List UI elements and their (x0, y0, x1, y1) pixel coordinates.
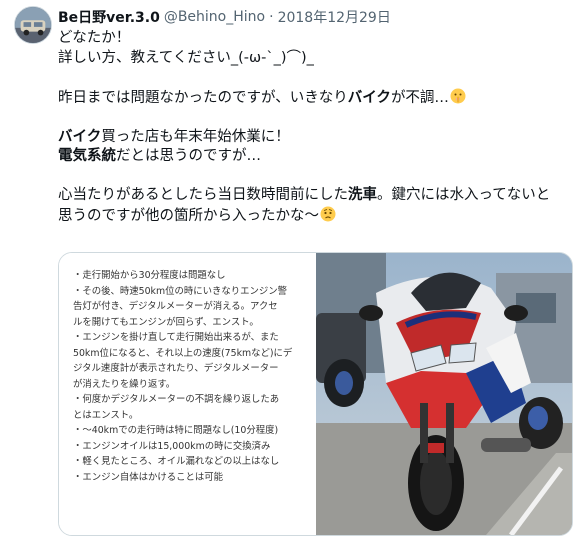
notes-image[interactable]: ・走行開始から30分程度は問題なし ・その後、時速50km位の時にいきなりエンジ… (59, 253, 316, 535)
worried-face-emoji (320, 206, 336, 222)
notes-line: ジタル速度計が表示されたり、デジタルメーター (73, 363, 279, 374)
notes-line: が消えたりを繰り返す。 (73, 378, 176, 390)
tweet-text: どなたか！ 詳しい方、教えてください_(-ω-`_)⌒)_ 昨日までは問題なかっ… (58, 29, 578, 226)
bold-text: バイク (58, 128, 102, 145)
motorcycle-photo[interactable] (316, 253, 572, 535)
notes-line: ・その後、時速50km位の時にいきなりエンジン警 (73, 285, 287, 297)
shushing-face-emoji (450, 88, 466, 104)
display-name[interactable]: Be日野ver.3.0 (58, 7, 160, 27)
tweet-line: どなたか！ (58, 30, 131, 46)
text-segment: が不調… (390, 89, 449, 106)
text-segment: 心当たりがあるとしたら当日数時間前にした (58, 187, 348, 203)
tweet-date[interactable]: 2018年12月29日 (278, 7, 391, 27)
notes-line: ・軽く見たところ、オイル漏れなどの以上はなし (73, 456, 280, 467)
bold-text: 電気系統 (58, 148, 116, 164)
media-grid: ・走行開始から30分程度は問題なし ・その後、時速50km位の時にいきなりエンジ… (58, 252, 573, 536)
text-segment: 買った店も年末年始休業に！ (101, 128, 290, 145)
notes-line: 50km位になると、それ以上の速度(75kmなど)にデ (73, 347, 293, 359)
avatar[interactable] (14, 6, 52, 44)
tweet-line: 思うのですが他の箇所から入ったかな〜 (58, 206, 578, 227)
notes-line: とはエンスト。 (73, 409, 139, 421)
tweet-line: 心当たりがあるとしたら当日数時間前にした洗車。鍵穴には水入ってないと (58, 186, 578, 206)
notes-line: ・〜40kmでの走行時は特に問題なし(10分程度) (73, 425, 279, 436)
text-segment: 思うのですが他の箇所から入ったかな〜 (58, 207, 319, 224)
notes-line: ・エンジン自体はかけることは可能 (73, 471, 224, 483)
tweet-line: 詳しい方、教えてください_(-ω-`_)⌒)_ (58, 49, 314, 66)
tweet-line: バイク買った店も年末年始休業に！ (58, 128, 578, 148)
bold-text: 洗車 (348, 187, 377, 203)
tweet-line: 電気系統だとは思うのですが… (58, 147, 578, 167)
tweet-line: 昨日までは問題なかったのですが、いきなりバイクが不調… (58, 88, 578, 109)
notes-list: ・走行開始から30分程度は問題なし ・その後、時速50km位の時にいきなりエンジ… (73, 268, 309, 485)
text-segment: だとは思うのですが… (116, 148, 261, 164)
user-handle[interactable]: @Behino_Hino (164, 9, 265, 25)
notes-line: ルを開けてもエンジンが回らず、エンスト。 (73, 316, 259, 328)
notes-line: ・何度かデジタルメーターの不調を繰り返したあ (73, 394, 280, 405)
notes-line: 告灯が付き、デジタルメーターが消える。アクセ (73, 301, 278, 312)
notes-line: ・走行開始から30分程度は問題なし (73, 270, 226, 281)
tweet-header: Be日野ver.3.0 @Behino_Hino · 2018年12月29日 (58, 7, 391, 27)
header-separator: · (269, 9, 274, 25)
bold-text: バイク (347, 89, 391, 106)
text-segment: 。鍵穴には水入ってないと (377, 187, 551, 203)
notes-line: ・エンジンオイルは15,000kmの時に交換済み (73, 440, 271, 452)
notes-line: ・エンジンを掛け直して走行開始出来るが、また (73, 332, 279, 343)
text-segment: 昨日までは問題なかったのですが、いきなり (58, 89, 348, 106)
